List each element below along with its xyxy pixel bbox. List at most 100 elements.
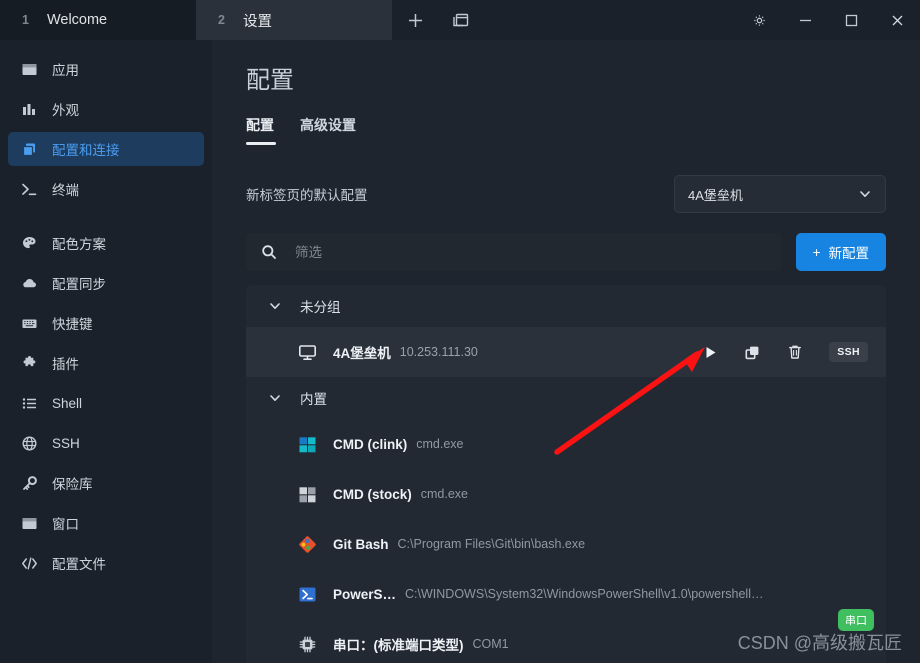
cloud-icon — [20, 274, 39, 293]
globe-icon — [20, 434, 39, 453]
new-tab-button[interactable] — [392, 0, 438, 40]
list-icon — [20, 394, 39, 413]
tab-index: 1 — [22, 13, 29, 27]
default-profile-value: 4A堡垒机 — [688, 187, 743, 203]
tab-label: Welcome — [46, 12, 108, 28]
default-profile-row: 新标签页的默认配置 4A堡垒机 — [246, 175, 886, 213]
profile-detail: COM1 — [472, 637, 509, 651]
titlebar: 1 Welcome 2 设置 — [0, 0, 920, 40]
settings-button[interactable] — [736, 0, 782, 40]
key-icon — [20, 474, 39, 493]
boxes-icon — [20, 140, 39, 159]
app-window: 1 Welcome 2 设置 应用 外观 配置和连接 终端 配色方案 配置同步 … — [0, 0, 920, 663]
minimize-button[interactable] — [782, 0, 828, 40]
sidebar-item-color-scheme[interactable]: 配色方案 — [8, 226, 204, 260]
sidebar-item-label: 配色方案 — [52, 237, 106, 252]
keyboard-icon — [20, 314, 39, 333]
sidebar-item-terminal[interactable]: 终端 — [8, 172, 204, 206]
profiles-list: 未分组 4A堡垒机 10.253.111.30 SSH 内置 CMD (clin… — [246, 285, 886, 663]
code-icon — [20, 554, 39, 573]
sidebar-item-appearance[interactable]: 外观 — [8, 92, 204, 126]
default-profile-label: 新标签页的默认配置 — [246, 188, 368, 203]
sidebar-item-window[interactable]: 窗口 — [8, 506, 204, 540]
minimize-icon — [799, 19, 811, 21]
sidebar-item-label: Shell — [52, 395, 83, 411]
sidebar: 应用 外观 配置和连接 终端 配色方案 配置同步 快捷键 插件 Shell SS… — [0, 40, 212, 663]
duplicate-icon[interactable] — [744, 344, 761, 361]
play-icon[interactable] — [703, 345, 718, 360]
sidebar-item-hotkeys[interactable]: 快捷键 — [8, 306, 204, 340]
profile-detail: cmd.exe — [416, 437, 464, 451]
profile-row-cmd-stock[interactable]: CMD (stock) cmd.exe — [246, 469, 886, 519]
plus-icon: + — [812, 244, 821, 260]
sidebar-item-label: SSH — [52, 435, 80, 451]
windows-gray-icon — [296, 483, 318, 505]
maximize-icon — [845, 14, 857, 26]
profile-detail: 10.253.111.30 — [399, 345, 478, 359]
plus-icon — [408, 13, 422, 27]
profile-name: CMD (stock) — [333, 486, 412, 502]
sidebar-item-ssh[interactable]: SSH — [8, 426, 204, 460]
chevron-down-icon — [270, 395, 280, 401]
default-profile-select[interactable]: 4A堡垒机 — [674, 175, 886, 213]
group-header-builtin[interactable]: 内置 — [246, 377, 886, 419]
sidebar-item-plugins[interactable]: 插件 — [8, 346, 204, 380]
filter-row: + 新配置 — [246, 233, 886, 271]
group-label: 未分组 — [300, 300, 341, 315]
tab-label: 高级设置 — [300, 117, 356, 133]
tab-settings[interactable]: 2 设置 — [196, 0, 392, 40]
sidebar-item-label: 保险库 — [52, 477, 93, 492]
git-icon — [296, 533, 318, 555]
filter-input[interactable] — [295, 244, 767, 260]
sidebar-item-profiles-connections[interactable]: 配置和连接 — [8, 132, 204, 166]
profile-name: PowerS… — [333, 586, 397, 602]
new-profile-label: 新配置 — [828, 246, 870, 261]
main-content: 配置 配置 高级设置 新标签页的默认配置 4A堡垒机 筛选 + 新配置 未分组 … — [212, 40, 920, 663]
filter-search-box[interactable] — [246, 233, 782, 271]
split-window-icon — [453, 13, 469, 26]
search-icon — [262, 245, 276, 259]
palette-bars-icon — [20, 100, 39, 119]
sidebar-item-vault[interactable]: 保险库 — [8, 466, 204, 500]
tab-index: 2 — [218, 13, 225, 27]
split-pane-button[interactable] — [438, 0, 484, 40]
sidebar-item-label: 窗口 — [52, 517, 79, 532]
chevron-down-icon — [860, 191, 870, 197]
terminal-icon — [20, 180, 39, 199]
profile-name: CMD (clink) — [333, 436, 408, 452]
sidebar-item-label: 配置和连接 — [52, 143, 120, 158]
group-header-ungrouped[interactable]: 未分组 — [246, 285, 886, 327]
window-icon — [20, 60, 39, 79]
chevron-down-icon — [270, 303, 280, 309]
close-icon — [892, 15, 902, 25]
window-icon — [20, 514, 39, 533]
close-button[interactable] — [874, 0, 920, 40]
sidebar-item-label: 配置同步 — [52, 277, 106, 292]
sidebar-item-label: 配置文件 — [52, 557, 106, 572]
sidebar-item-config-file[interactable]: 配置文件 — [8, 546, 204, 580]
tab-profiles[interactable]: 配置 — [246, 115, 276, 145]
sidebar-item-shell[interactable]: Shell — [8, 386, 204, 420]
protocol-badge[interactable]: SSH — [829, 342, 868, 362]
chip-icon — [296, 633, 318, 655]
profile-row-powershell[interactable]: PowerS… C:\WINDOWS\System32\WindowsPower… — [246, 569, 886, 619]
profile-detail: cmd.exe — [420, 487, 469, 501]
sidebar-item-label: 应用 — [52, 63, 79, 78]
tab-welcome[interactable]: 1 Welcome — [0, 0, 196, 40]
sidebar-item-label: 外观 — [52, 103, 79, 118]
sidebar-item-config-sync[interactable]: 配置同步 — [8, 266, 204, 300]
profile-row-4a-bastion[interactable]: 4A堡垒机 10.253.111.30 SSH — [246, 327, 886, 377]
trash-icon[interactable] — [787, 344, 803, 360]
sidebar-divider — [8, 212, 204, 226]
maximize-button[interactable] — [828, 0, 874, 40]
profile-row-cmd-clink[interactable]: CMD (clink) cmd.exe — [246, 419, 886, 469]
profile-detail: C:\Program Files\Git\bin\bash.exe — [397, 537, 586, 551]
titlebar-drag-area — [484, 0, 736, 40]
profile-row-serial-com1[interactable]: 串口：(标准端口类型) COM1 — [246, 619, 886, 663]
new-profile-button[interactable]: + 新配置 — [795, 233, 886, 271]
sidebar-item-application[interactable]: 应用 — [8, 52, 204, 86]
profile-name: 4A堡垒机 — [333, 346, 391, 361]
profile-row-git-bash[interactable]: Git Bash C:\Program Files\Git\bin\bash.e… — [246, 519, 886, 569]
tab-advanced-settings[interactable]: 高级设置 — [300, 115, 356, 145]
page-title: 配置 — [246, 67, 294, 94]
